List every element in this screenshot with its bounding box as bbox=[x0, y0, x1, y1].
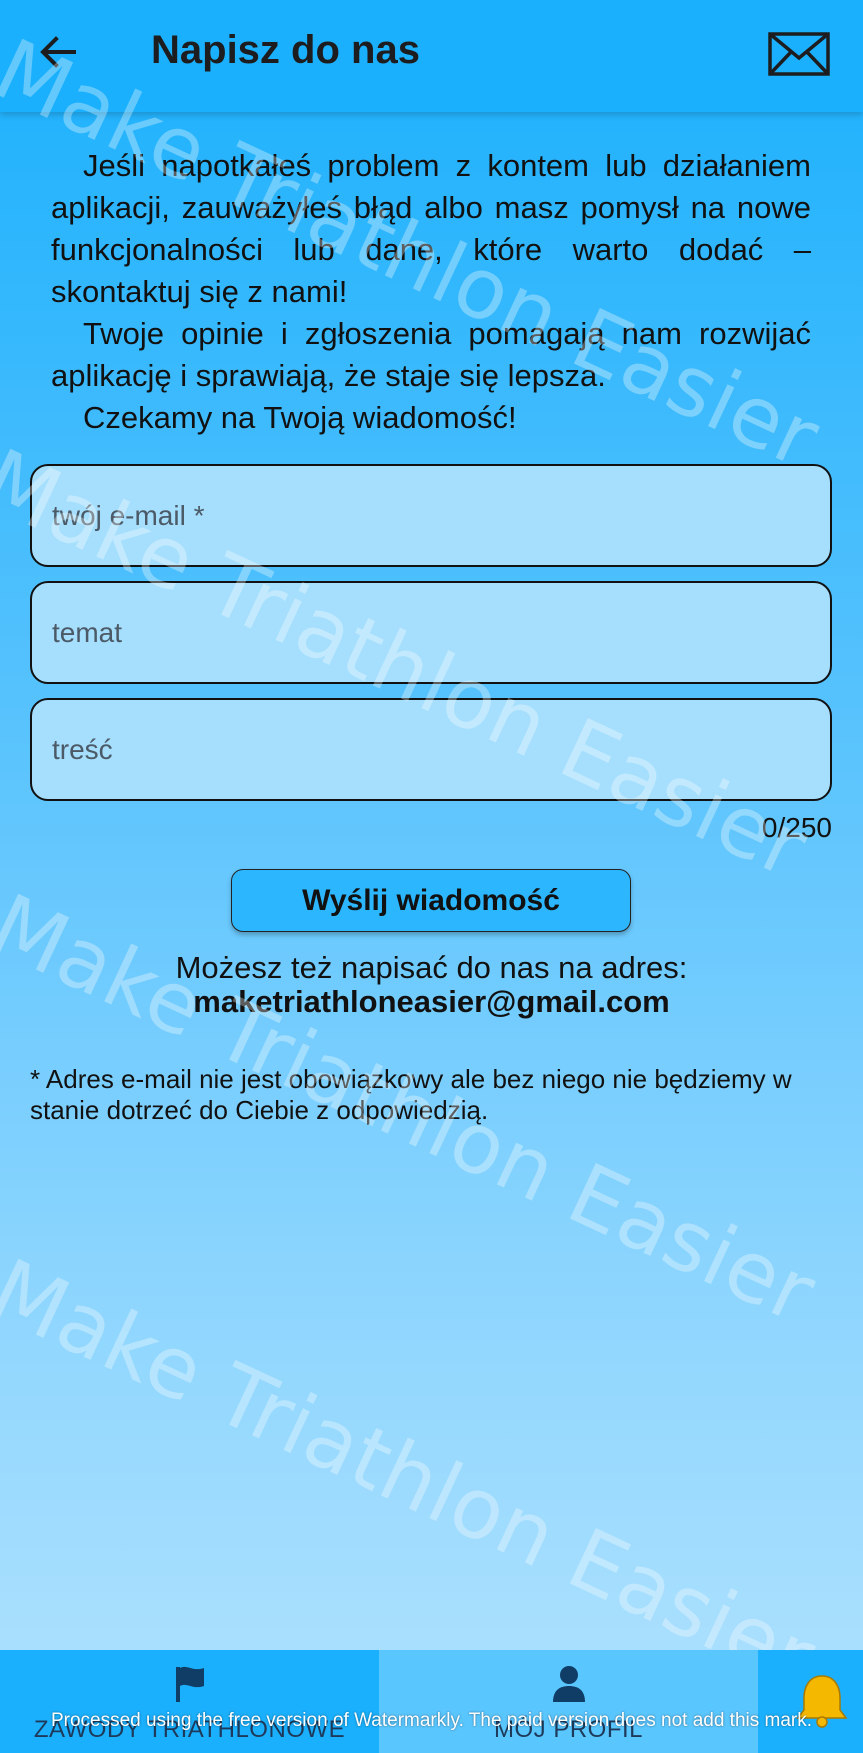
person-icon bbox=[551, 1664, 587, 1709]
send-message-button[interactable]: Wyślij wiadomość bbox=[231, 869, 631, 932]
app-bar: Napisz do nas bbox=[0, 0, 863, 112]
subject-field[interactable]: temat bbox=[30, 581, 832, 684]
intro-paragraph-2: Twoje opinie i zgłoszenia pomagają nam r… bbox=[51, 316, 811, 393]
email-field-placeholder: twój e-mail * bbox=[52, 499, 205, 531]
page-title: Napisz do nas bbox=[151, 28, 420, 72]
nav-item-notifications[interactable] bbox=[758, 1650, 863, 1753]
footnote: * Adres e-mail nie jest obowiązkowy ale … bbox=[30, 1064, 792, 1125]
contact-info-text: Możesz też napisać do nas na adres: bbox=[175, 950, 688, 985]
email-field[interactable]: twój e-mail * bbox=[30, 464, 832, 567]
watermark-notice: Processed using the free version of Wate… bbox=[50, 1710, 813, 1731]
nav-item-competitions[interactable]: ZAWODY TRIATHLONOWE bbox=[0, 1650, 379, 1753]
message-field-placeholder: treść bbox=[52, 733, 113, 765]
flag-icon bbox=[173, 1664, 207, 1709]
mail-icon[interactable] bbox=[768, 32, 830, 76]
intro-paragraph-1: Jeśli napotkałeś problem z kontem lub dz… bbox=[51, 148, 811, 309]
nav-item-profile[interactable]: MÓJ PROFIL bbox=[379, 1650, 758, 1753]
back-arrow-icon[interactable] bbox=[36, 30, 80, 74]
subject-field-placeholder: temat bbox=[52, 616, 123, 648]
intro-paragraph-3: Czekamy na Twoją wiadomość! bbox=[83, 400, 517, 435]
bottom-navigation: ZAWODY TRIATHLONOWE MÓJ PROFIL bbox=[0, 1650, 863, 1753]
character-counter: 0/250 bbox=[761, 812, 832, 843]
message-field[interactable]: treść bbox=[30, 698, 832, 801]
watermark-4: Make Triathlon Easier bbox=[0, 1240, 830, 1708]
intro-text: Jeśli napotkałeś problem z kontem lub dz… bbox=[51, 145, 811, 439]
contact-email[interactable]: maketriathloneasier@gmail.com bbox=[0, 984, 863, 1020]
